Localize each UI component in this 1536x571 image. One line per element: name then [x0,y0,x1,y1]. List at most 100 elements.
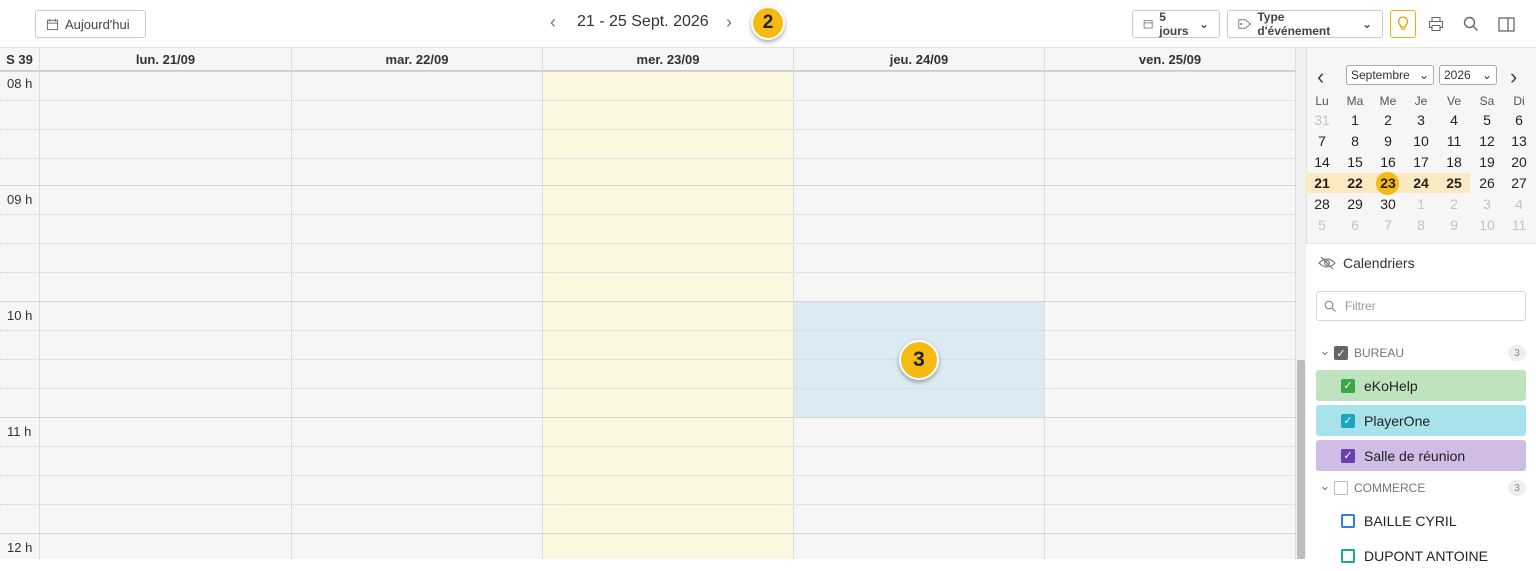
calendar-checkbox[interactable] [1341,513,1355,528]
mini-calendar-day[interactable]: 11 [1503,215,1535,235]
mini-calendar-day[interactable]: 29 [1339,194,1371,214]
mini-calendar-day[interactable]: 1 [1405,194,1437,214]
mini-calendar-day[interactable]: 5 [1306,215,1338,235]
today-label: Aujourd'hui [65,16,130,32]
mini-calendar-day[interactable]: 4 [1503,194,1535,214]
hour-line [0,417,1296,418]
calendar-item[interactable]: ✓ eKoHelp [1316,370,1526,401]
year-select[interactable]: 2026 ⌄ [1439,65,1497,85]
calendar-label: DUPONT ANTOINE [1364,547,1488,564]
mini-calendar-day[interactable]: 4 [1438,110,1470,130]
mini-calendar-day[interactable]: 9 [1372,131,1404,151]
next-week-icon[interactable]: › [719,12,739,33]
quarter-line [0,388,1296,389]
mini-calendar-day[interactable]: 8 [1339,131,1371,151]
mini-calendar-day[interactable]: 30 [1372,194,1404,214]
mini-calendar-day[interactable]: 12 [1471,131,1503,151]
mini-calendar-day[interactable]: 5 [1471,110,1503,130]
calendar-group-commerce[interactable]: ⌄ COMMERCE 3 [1316,478,1526,498]
mini-calendar-day[interactable]: 22 [1339,173,1371,193]
mini-calendar-day[interactable]: 3 [1405,110,1437,130]
day-header-thu[interactable]: jeu. 24/09 [794,48,1045,71]
mini-calendar-day[interactable]: 21 [1306,173,1338,193]
mini-calendar-day[interactable]: 18 [1438,152,1470,172]
mini-calendar-day[interactable]: 7 [1306,131,1338,151]
mini-calendar-day[interactable]: 11 [1438,131,1470,151]
mini-calendar-day[interactable]: 27 [1503,173,1535,193]
group-label: BUREAU [1354,346,1405,360]
mini-calendar-day[interactable]: 2 [1438,194,1470,214]
group-checkbox[interactable]: ✓ [1334,346,1348,360]
mini-calendar-day[interactable]: 10 [1405,131,1437,151]
calendar-group-bureau[interactable]: ⌄ ✓ BUREAU 3 [1316,343,1526,363]
tag-icon [1238,19,1252,29]
calendar-checkbox[interactable]: ✓ [1341,448,1355,463]
view-select-label: 5 jours [1159,10,1189,38]
calendar-filter-input[interactable]: Filtrer [1316,291,1526,321]
mini-calendar-day[interactable]: 2 [1372,110,1404,130]
calendar-icon [1143,20,1153,29]
calendar-item[interactable]: ✓ PlayerOne [1316,405,1526,436]
mini-calendar-day[interactable]: 23 [1372,173,1404,193]
search-icon[interactable] [1461,14,1481,34]
toggle-sidebar-icon[interactable] [1496,14,1516,34]
mini-calendar-day[interactable]: 20 [1503,152,1535,172]
mini-calendar-day[interactable]: 15 [1339,152,1371,172]
today-button[interactable]: Aujourd'hui [35,10,146,38]
mini-calendar-day[interactable]: 3 [1471,194,1503,214]
hour-label: 10 h [7,308,33,323]
chevron-down-icon[interactable]: ⌄ [1316,343,1334,359]
calendar-checkbox[interactable]: ✓ [1341,378,1355,393]
day-column-wed-today[interactable] [543,71,794,559]
mini-calendar-day[interactable]: 9 [1438,215,1470,235]
weekday-label: Me [1379,94,1397,108]
month-select[interactable]: Septembre ⌄ [1346,65,1434,85]
mini-calendar-day[interactable]: 8 [1405,215,1437,235]
mini-calendar-day[interactable]: 13 [1503,131,1535,151]
calendar-checkbox[interactable]: ✓ [1341,413,1355,428]
mini-calendar-day[interactable]: 6 [1339,215,1371,235]
day-column-tue[interactable] [292,71,543,559]
calendars-title: Calendriers [1343,255,1415,271]
view-select[interactable]: 5 jours ⌄ [1132,10,1220,38]
day-header-wed[interactable]: mer. 23/09 [543,48,794,71]
mini-calendar-day[interactable]: 26 [1471,173,1503,193]
day-column-mon[interactable] [40,71,292,559]
print-icon[interactable] [1426,14,1446,34]
mini-calendar-day[interactable]: 31 [1306,110,1338,130]
quarter-line [0,214,1296,215]
weekday-label: Di [1513,94,1525,108]
day-header-tue[interactable]: mar. 22/09 [292,48,543,71]
mini-calendar-day[interactable]: 28 [1306,194,1338,214]
group-checkbox[interactable] [1334,481,1348,495]
mini-calendar-day[interactable]: 24 [1405,173,1437,193]
calendar-item[interactable]: BAILLE CYRIL [1316,505,1526,536]
mini-calendar-day[interactable]: 19 [1471,152,1503,172]
prev-month-icon[interactable]: ‹ [1317,64,1324,90]
eye-off-icon[interactable] [1318,256,1336,270]
event-type-select[interactable]: Type d'événement ⌄ [1227,10,1383,38]
next-month-icon[interactable]: › [1510,64,1517,90]
mini-calendar-day[interactable]: 16 [1372,152,1404,172]
tips-button[interactable] [1390,10,1416,38]
mini-calendar-day[interactable]: 17 [1405,152,1437,172]
grid-scrollbar-thumb[interactable] [1297,360,1305,559]
mini-calendar-day[interactable]: 14 [1306,152,1338,172]
day-column-fri[interactable] [1045,71,1296,559]
mini-calendar-day[interactable]: 1 [1339,110,1371,130]
quarter-line [0,272,1296,273]
mini-calendar-day[interactable]: 6 [1503,110,1535,130]
calendar-item[interactable]: ✓ Salle de réunion [1316,440,1526,471]
mini-calendar-day[interactable]: 25 [1438,173,1470,193]
mini-calendar-day[interactable]: 10 [1471,215,1503,235]
day-header-mon[interactable]: lun. 21/09 [40,48,292,71]
day-header-fri[interactable]: ven. 25/09 [1045,48,1296,71]
lightbulb-icon [1397,16,1409,30]
mini-calendar-day[interactable]: 7 [1372,215,1404,235]
calendar-checkbox[interactable] [1341,548,1355,563]
week-number: S 39 [0,48,40,71]
chevron-down-icon[interactable]: ⌄ [1316,478,1334,494]
previous-week-icon[interactable]: ‹ [543,12,563,33]
calendar-item[interactable]: DUPONT ANTOINE [1316,540,1526,571]
hour-label: 12 h [7,540,33,555]
